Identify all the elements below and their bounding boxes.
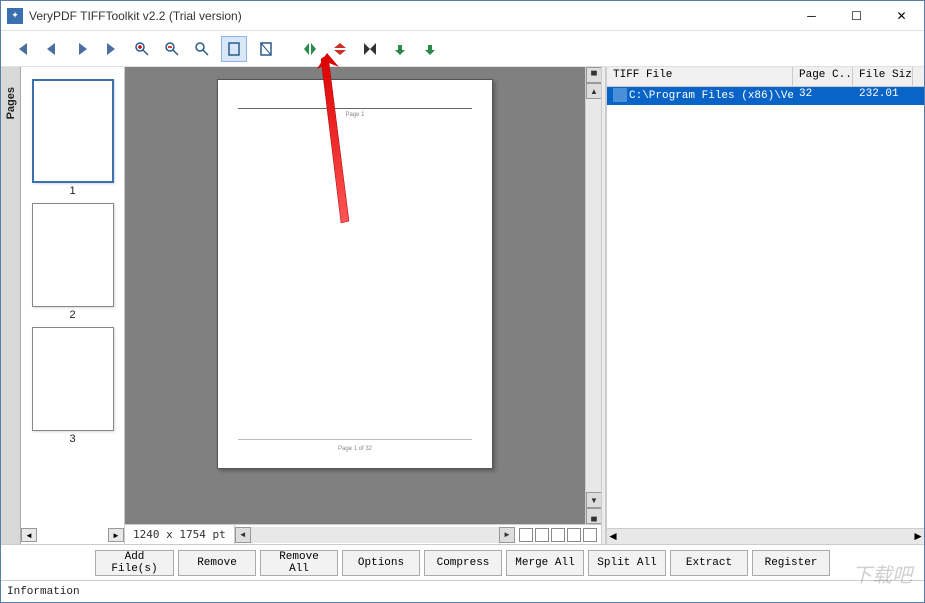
file-list-panel: TIFF File Page C... File Siz C:\Program … [606,67,924,544]
button-bar: Add File(s) Remove Remove All Options Co… [1,544,924,580]
col-header-size[interactable]: File Siz [853,67,913,86]
compress-button[interactable]: Compress [424,550,502,576]
file-path: C:\Program Files (x86)\Ver... [629,90,793,102]
thumbnail[interactable] [32,327,114,431]
page-header-text: Page 1 [218,112,492,118]
pages-tab[interactable]: Pages [1,67,21,544]
flip-h-button[interactable] [299,38,321,60]
scroll-up-icon[interactable]: ▲ [586,83,601,99]
maximize-button[interactable]: ☐ [834,1,879,31]
page-dimensions: 1240 x 1754 pt [125,525,235,544]
col-header-file[interactable]: TIFF File [607,67,793,86]
file-row[interactable]: C:\Program Files (x86)\Ver... 32 232.01 [607,87,924,105]
pages-tab-label: Pages [5,87,17,119]
minimize-button[interactable]: ─ [789,1,834,31]
rotate-left-button[interactable] [389,38,411,60]
split-all-button[interactable]: Split All [588,550,666,576]
remove-button[interactable]: Remove [178,550,256,576]
view-mode-1-icon[interactable] [519,528,533,542]
scroll-left-icon[interactable]: ◄ [235,527,251,543]
extract-button[interactable]: Extract [670,550,748,576]
rotate-button[interactable] [359,38,381,60]
preview-hscroll[interactable]: ◄ ► [235,527,515,543]
next-page-button[interactable] [71,38,93,60]
view-mode-5-icon[interactable] [583,528,597,542]
status-text: Information [7,586,80,598]
zoom-button[interactable] [191,38,213,60]
file-icon [613,88,627,102]
add-file-button[interactable]: Add File(s) [95,550,174,576]
view-mode-4-icon[interactable] [567,528,581,542]
thumb-hscroll[interactable]: ◄ ► [21,528,124,542]
statusbar: Information [1,580,924,602]
first-page-button[interactable] [11,38,33,60]
scroll-right-icon[interactable]: ► [499,527,515,543]
thumbnail[interactable] [32,203,114,307]
filelist-hscroll[interactable]: ◄ ► [607,528,924,544]
last-page-button[interactable] [101,38,123,60]
remove-all-button[interactable]: Remove All [260,550,338,576]
thumbnail-label: 3 [25,433,120,445]
scroll-left-icon[interactable]: ◄ [21,528,37,542]
titlebar: ✦ VeryPDF TIFFToolkit v2.2 (Trial versio… [1,1,924,31]
rotate-right-button[interactable] [419,38,441,60]
scroll-right-icon[interactable]: ► [912,529,924,544]
scroll-right-icon[interactable]: ► [108,528,124,542]
preview-vscroll[interactable]: ▀ ▲ ▼ ▄ [585,67,601,524]
thumbnail-panel: 1 2 3 ◄ ► [21,67,125,544]
window-title: VeryPDF TIFFToolkit v2.2 (Trial version) [29,9,789,23]
thumbnail[interactable] [32,79,114,183]
scroll-left-icon[interactable]: ◄ [607,529,619,544]
zoom-out-button[interactable] [161,38,183,60]
col-header-pages[interactable]: Page C... [793,67,853,86]
register-button[interactable]: Register [752,550,830,576]
fit-width-button[interactable] [255,38,277,60]
close-button[interactable]: ✕ [879,1,924,31]
fit-page-button[interactable] [221,36,247,62]
thumbnail-label: 1 [25,185,120,197]
preview-statusbar: 1240 x 1754 pt ◄ ► [125,524,601,544]
merge-all-button[interactable]: Merge All [506,550,584,576]
options-button[interactable]: Options [342,550,420,576]
page-canvas: Page 1 Page 1 of 32 [217,79,493,469]
app-icon: ✦ [7,8,23,24]
file-size: 232.01 [853,87,913,105]
scroll-top-icon[interactable]: ▀ [586,67,601,83]
preview-area[interactable]: Page 1 Page 1 of 32 ▀ ▲ ▼ ▄ [125,67,601,524]
file-pagecount: 32 [793,87,853,105]
view-mode-2-icon[interactable] [535,528,549,542]
zoom-in-button[interactable] [131,38,153,60]
toolbar [1,31,924,67]
prev-page-button[interactable] [41,38,63,60]
thumbnail-label: 2 [25,309,120,321]
scroll-down-icon[interactable]: ▼ [586,492,601,508]
view-mode-3-icon[interactable] [551,528,565,542]
file-list-header: TIFF File Page C... File Siz [607,67,924,87]
scroll-bottom-icon[interactable]: ▄ [586,508,601,524]
flip-v-button[interactable] [329,38,351,60]
page-footer-text: Page 1 of 32 [218,446,492,452]
